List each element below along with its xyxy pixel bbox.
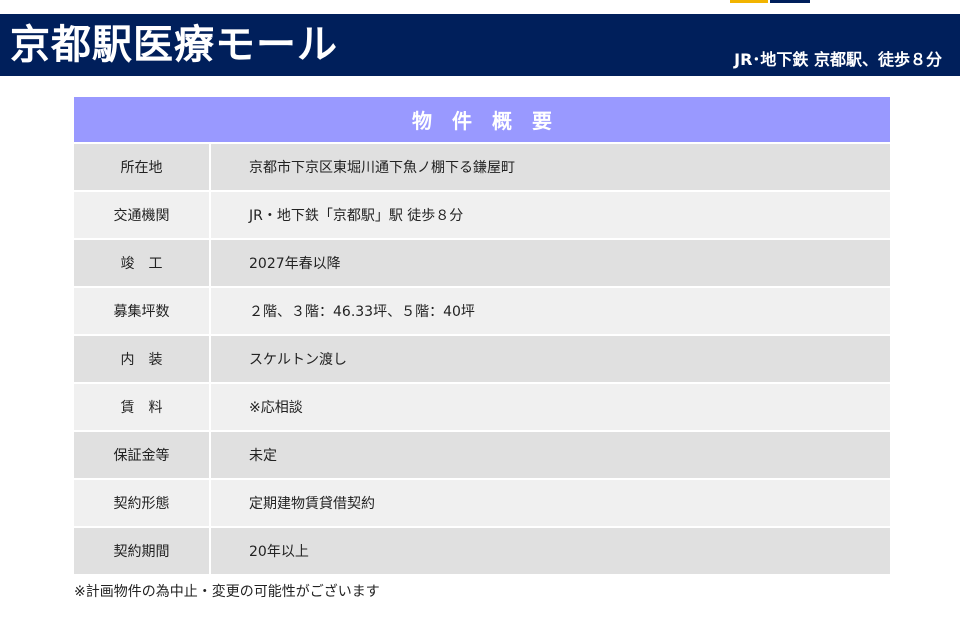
table-row: 交通機関 JR・地下鉄「京都駅」駅 徒歩８分 (74, 191, 890, 240)
table-row: 竣 工 2027年春以降 (74, 239, 890, 288)
row-value-transport: JR・地下鉄「京都駅」駅 徒歩８分 (210, 191, 890, 240)
row-value-rent: ※応相談 (210, 383, 890, 432)
access-info: JR･地下鉄 京都駅、徒歩８分 (734, 50, 942, 69)
row-label-area: 募集坪数 (74, 287, 211, 336)
row-value-completion: 2027年春以降 (210, 239, 890, 288)
table-row: 契約期間 20年以上 (74, 527, 890, 576)
row-label-contract-type: 契約形態 (74, 479, 211, 528)
row-label-rent: 賃 料 (74, 383, 211, 432)
header-banner: 京都駅医療モール JR･地下鉄 京都駅、徒歩８分 (0, 14, 960, 76)
table-row: 内 装 スケルトン渡し (74, 335, 890, 384)
table-row: 所在地 京都市下京区東堀川通下魚ノ棚下る鎌屋町 (74, 143, 890, 192)
row-value-contract-type: 定期建物賃貸借契約 (210, 479, 890, 528)
row-value-deposit: 未定 (210, 431, 890, 480)
table-title: 物件概要 (74, 97, 890, 144)
row-label-completion: 竣 工 (74, 239, 211, 288)
row-label-transport: 交通機関 (74, 191, 211, 240)
row-label-interior: 内 装 (74, 335, 211, 384)
row-value-interior: スケルトン渡し (210, 335, 890, 384)
accent-bar-navy (770, 0, 810, 3)
row-value-location: 京都市下京区東堀川通下魚ノ棚下る鎌屋町 (210, 143, 890, 192)
row-label-contract-period: 契約期間 (74, 527, 211, 576)
table-row: 保証金等 未定 (74, 431, 890, 480)
row-value-contract-period: 20年以上 (210, 527, 890, 576)
table-row: 契約形態 定期建物賃貸借契約 (74, 479, 890, 528)
footnote: ※計画物件の為中止・変更の可能性がございます (74, 584, 380, 600)
property-overview-table: 物件概要 所在地 京都市下京区東堀川通下魚ノ棚下る鎌屋町 交通機関 JR・地下鉄… (74, 97, 890, 576)
accent-bar-gold (730, 0, 768, 3)
table-row: 募集坪数 ２階、３階：46.33坪、５階：40坪 (74, 287, 890, 336)
table-row: 賃 料 ※応相談 (74, 383, 890, 432)
page: 京都駅医療モール JR･地下鉄 京都駅、徒歩８分 物件概要 所在地 京都市下京区… (0, 0, 960, 640)
row-value-area: ２階、３階：46.33坪、５階：40坪 (210, 287, 890, 336)
row-label-deposit: 保証金等 (74, 431, 211, 480)
row-label-location: 所在地 (74, 143, 211, 192)
table-title-row: 物件概要 (74, 97, 890, 144)
page-title: 京都駅医療モール (10, 22, 338, 68)
